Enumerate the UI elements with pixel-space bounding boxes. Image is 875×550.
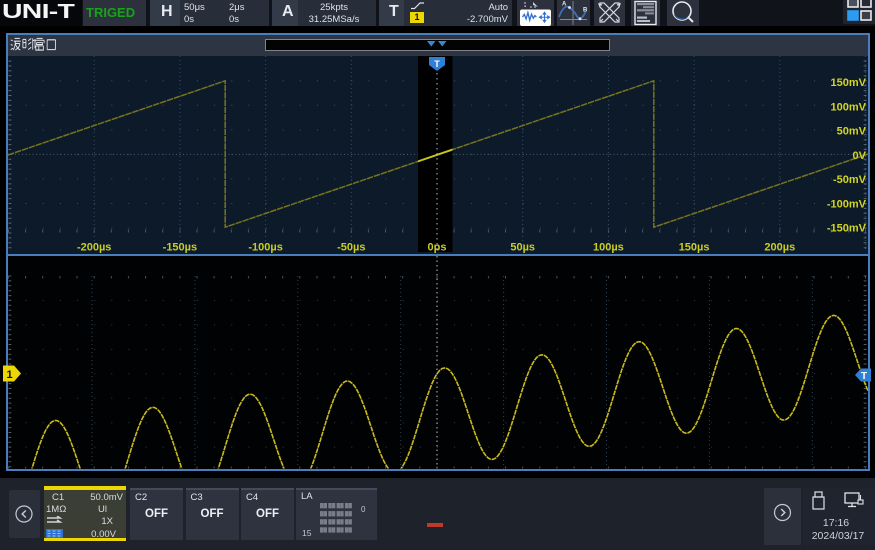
svg-text:200µs: 200µs (764, 242, 795, 254)
svg-text:50µs: 50µs (510, 242, 535, 254)
svg-text:-150mV: -150mV (827, 223, 867, 235)
svg-text:-50mV: -50mV (833, 174, 867, 186)
svg-text:-100mV: -100mV (827, 198, 867, 210)
svg-text:150mV: 150mV (831, 77, 867, 89)
svg-text:-100µs: -100µs (248, 242, 282, 254)
svg-text:100mV: 100mV (831, 101, 867, 113)
svg-text:T: T (434, 59, 440, 69)
svg-text:T: T (861, 371, 867, 382)
svg-text:50mV: 50mV (837, 126, 867, 138)
svg-text:1: 1 (6, 369, 12, 381)
svg-text:0ps: 0ps (428, 242, 447, 254)
svg-text:-150µs: -150µs (163, 242, 197, 254)
svg-text:100µs: 100µs (593, 242, 624, 254)
svg-text:-50µs: -50µs (337, 242, 365, 254)
svg-text:-200µs: -200µs (77, 242, 111, 254)
svg-text:0V: 0V (853, 150, 867, 162)
svg-text:150µs: 150µs (679, 242, 710, 254)
